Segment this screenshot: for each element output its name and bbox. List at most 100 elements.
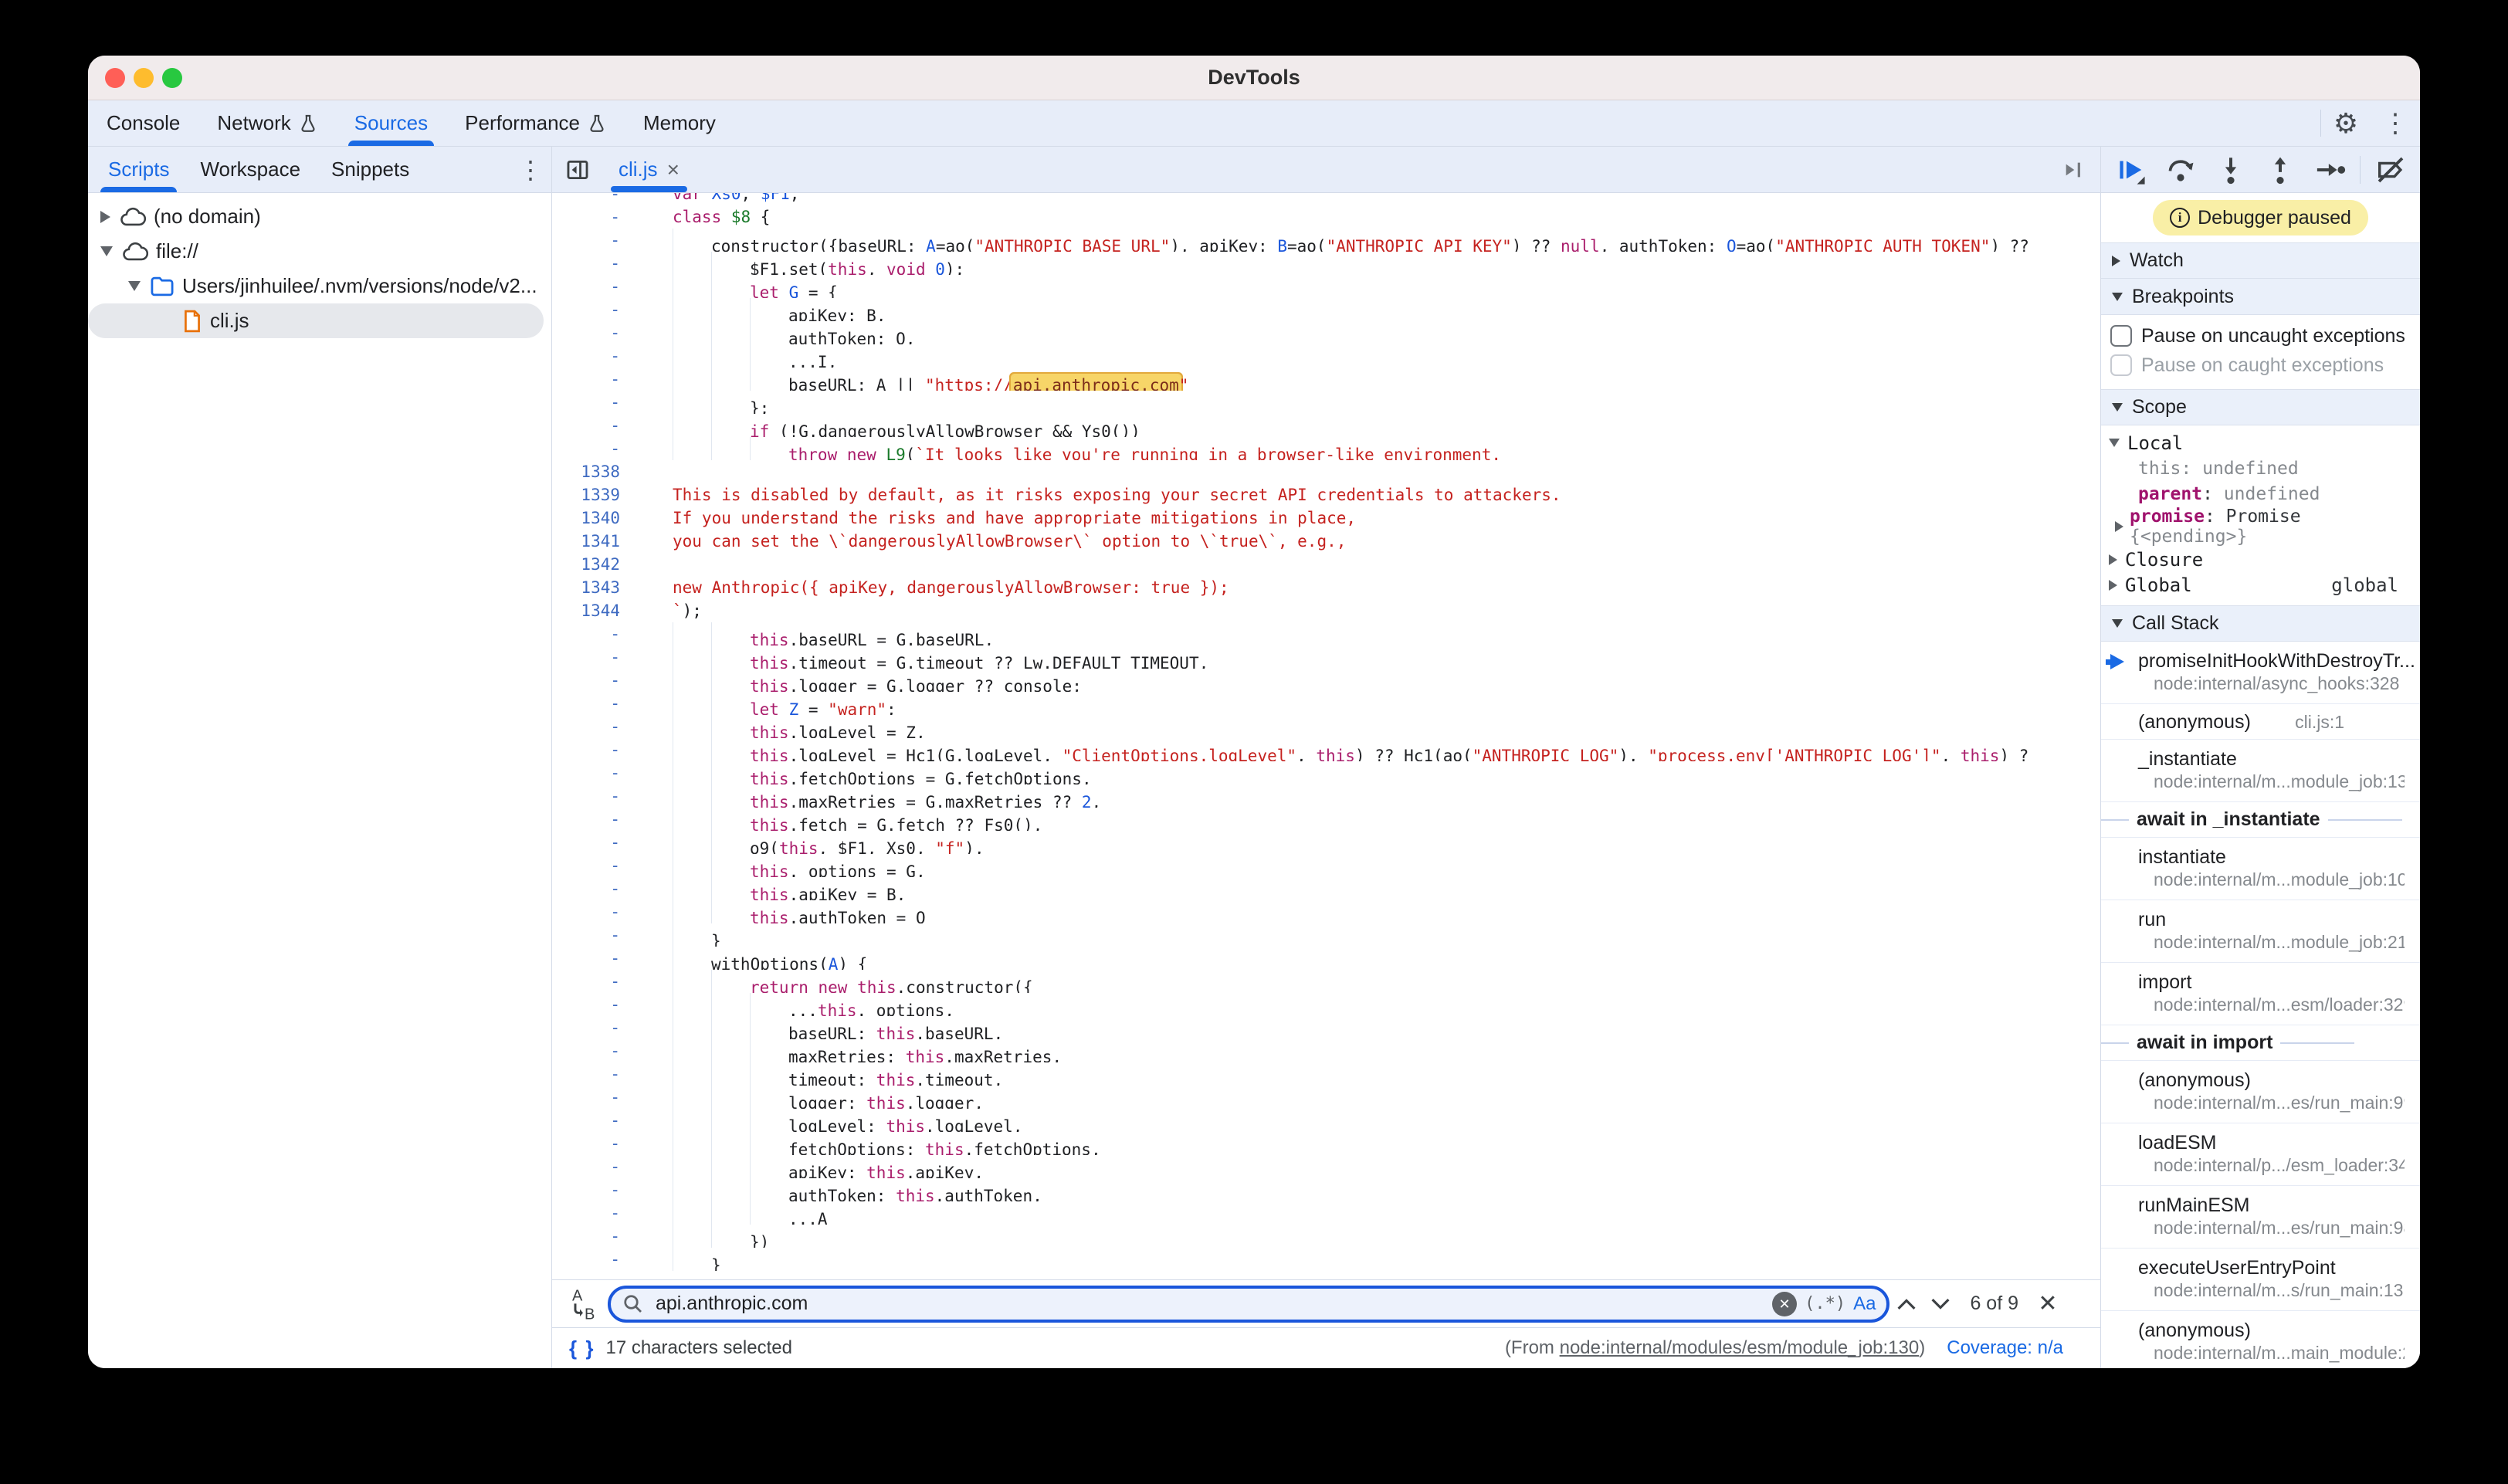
line-number[interactable]: 1342 — [552, 553, 629, 576]
tab-network[interactable]: Network — [198, 100, 335, 146]
line-number[interactable]: - — [552, 298, 629, 321]
code-line[interactable]: -...this._options, — [552, 993, 2100, 1016]
call-stack-frame[interactable]: _instantiatenode:internal/m...module_job… — [2101, 740, 2420, 802]
code-line[interactable]: -var Xs0, $F1; — [552, 193, 2100, 205]
line-number[interactable]: - — [552, 854, 629, 877]
close-search-button[interactable]: ✕ — [2031, 1290, 2065, 1317]
replace-toggle-icon[interactable]: AB — [569, 1287, 600, 1321]
scope-this[interactable]: this: undefined — [2101, 456, 2420, 481]
from-location-link[interactable]: node:internal/modules/esm/module_job:130 — [1560, 1337, 1920, 1358]
close-tab-icon[interactable]: × — [667, 158, 680, 182]
code-line[interactable]: -constructor({baseURL: A=ao("ANTHROPIC_B… — [552, 229, 2100, 252]
line-number[interactable]: - — [552, 738, 629, 761]
line-number[interactable]: - — [552, 970, 629, 993]
code-line[interactable]: -...I, — [552, 344, 2100, 368]
line-number[interactable]: - — [552, 622, 629, 645]
code-line[interactable]: -if (!G.dangerouslyAllowBrowser && Ys0()… — [552, 414, 2100, 437]
tab-workspace[interactable]: Workspace — [185, 147, 316, 192]
line-number[interactable]: - — [552, 947, 629, 970]
line-number[interactable]: - — [552, 252, 629, 275]
line-number[interactable]: - — [552, 1248, 629, 1271]
line-number[interactable]: - — [552, 669, 629, 692]
line-number[interactable]: 1344 — [552, 599, 629, 622]
call-stack-frame[interactable]: runnode:internal/m...module_job:214 — [2101, 900, 2420, 963]
code-line[interactable]: -let Z = "warn"; — [552, 692, 2100, 715]
line-number[interactable]: - — [552, 229, 629, 252]
chevron-down-icon[interactable] — [2109, 439, 2120, 447]
chevron-right-icon[interactable] — [2115, 521, 2123, 532]
coverage-link[interactable]: Coverage: n/a — [1947, 1337, 2063, 1359]
code-line[interactable]: -this.logLevel = Z, — [552, 715, 2100, 738]
line-number[interactable]: - — [552, 391, 629, 414]
code-line[interactable]: -this.maxRetries = G.maxRetries ?? 2, — [552, 784, 2100, 808]
show-debugger-sidebar-button[interactable] — [2046, 147, 2100, 192]
line-number[interactable]: - — [552, 1109, 629, 1132]
line-number[interactable]: - — [552, 692, 629, 715]
chevron-right-icon[interactable] — [2109, 580, 2117, 591]
pretty-print-icon[interactable]: { } — [569, 1337, 595, 1360]
line-number[interactable]: - — [552, 437, 629, 460]
call-stack-frame[interactable]: loadESMnode:internal/p.../esm_loader:34 — [2101, 1123, 2420, 1186]
line-number[interactable]: - — [552, 1086, 629, 1109]
call-stack-frame[interactable]: (anonymous)cli.js:1 — [2101, 704, 2420, 740]
navigator-menu-button[interactable]: ⋮ — [510, 147, 551, 192]
scope-global[interactable]: Global global — [2101, 572, 2420, 598]
search-input-box[interactable]: ✕ (.*) Aa — [608, 1286, 1889, 1323]
regex-toggle-icon[interactable]: (.*) — [1805, 1294, 1845, 1313]
line-number[interactable]: - — [552, 1039, 629, 1062]
minimize-window-button[interactable] — [134, 68, 154, 88]
code-line[interactable]: 1339This is disabled by default, as it r… — [552, 483, 2100, 507]
code-line[interactable]: -logger: this.logger, — [552, 1086, 2100, 1109]
code-line[interactable]: -baseURL: this.baseURL, — [552, 1016, 2100, 1039]
code-line[interactable]: -let G = { — [552, 275, 2100, 298]
line-number[interactable]: - — [552, 193, 629, 205]
match-case-toggle[interactable]: Aa — [1853, 1293, 1876, 1315]
next-match-button[interactable] — [1923, 1297, 1957, 1311]
chevron-down-icon[interactable] — [100, 246, 113, 256]
line-number[interactable]: - — [552, 275, 629, 298]
line-number[interactable]: - — [552, 1132, 629, 1155]
call-stack-frame[interactable]: executeUserEntryPointnode:internal/m...s… — [2101, 1249, 2420, 1311]
line-number[interactable]: - — [552, 1225, 629, 1248]
code-line[interactable]: -logLevel: this.logLevel, — [552, 1109, 2100, 1132]
code-line[interactable]: -...A — [552, 1201, 2100, 1225]
chevron-down-icon[interactable] — [128, 281, 141, 291]
search-input[interactable] — [654, 1292, 1772, 1316]
code-line[interactable]: -this.baseURL = G.baseURL, — [552, 622, 2100, 645]
call-stack-frame[interactable]: runMainESMnode:internal/m...es/run_main:… — [2101, 1186, 2420, 1249]
line-number[interactable]: - — [552, 205, 629, 229]
line-number[interactable]: 1343 — [552, 576, 629, 599]
code-line[interactable]: -} — [552, 1248, 2100, 1271]
line-number[interactable]: - — [552, 368, 629, 391]
clear-search-icon[interactable]: ✕ — [1772, 1292, 1797, 1316]
line-number[interactable]: - — [552, 1201, 629, 1225]
line-number[interactable]: - — [552, 1155, 629, 1178]
code-line[interactable]: -this.fetchOptions = G.fetchOptions, — [552, 761, 2100, 784]
resume-button[interactable] — [2107, 151, 2154, 188]
chevron-right-icon[interactable] — [2109, 554, 2117, 565]
tab-console[interactable]: Console — [88, 100, 198, 146]
zoom-window-button[interactable] — [162, 68, 182, 88]
call-stack-frame[interactable]: (anonymous)node:internal/m...es/run_main… — [2101, 1061, 2420, 1123]
code-line[interactable]: -class $8 { — [552, 205, 2100, 229]
code-line[interactable]: 1344`); — [552, 599, 2100, 622]
line-number[interactable]: - — [552, 923, 629, 947]
code-line[interactable]: -authToken: this.authToken, — [552, 1178, 2100, 1201]
step-out-button[interactable] — [2257, 151, 2304, 188]
scope-closure[interactable]: Closure — [2101, 547, 2420, 572]
code-line[interactable]: -}; — [552, 391, 2100, 414]
line-number[interactable]: 1341 — [552, 530, 629, 553]
tab-performance[interactable]: Performance — [446, 100, 625, 146]
code-line[interactable]: -o9(this, $F1, Xs0, "f"), — [552, 831, 2100, 854]
scope-promise[interactable]: promise: Promise {<pending>} — [2101, 507, 2420, 547]
checkbox-unchecked-icon[interactable] — [2110, 325, 2132, 347]
line-number[interactable]: - — [552, 877, 629, 900]
call-stack-frame[interactable]: instantiatenode:internal/m...module_job:… — [2101, 838, 2420, 900]
step-button[interactable] — [2307, 151, 2354, 188]
deactivate-breakpoints-button[interactable] — [2367, 151, 2414, 188]
code-line[interactable]: -this.logger = G.logger ?? console; — [552, 669, 2100, 692]
code-line[interactable]: -withOptions(A) { — [552, 947, 2100, 970]
code-line[interactable]: -apiKey: this.apiKey, — [552, 1155, 2100, 1178]
code-line[interactable]: -this._options = G, — [552, 854, 2100, 877]
code-line[interactable]: -fetchOptions: this.fetchOptions, — [552, 1132, 2100, 1155]
